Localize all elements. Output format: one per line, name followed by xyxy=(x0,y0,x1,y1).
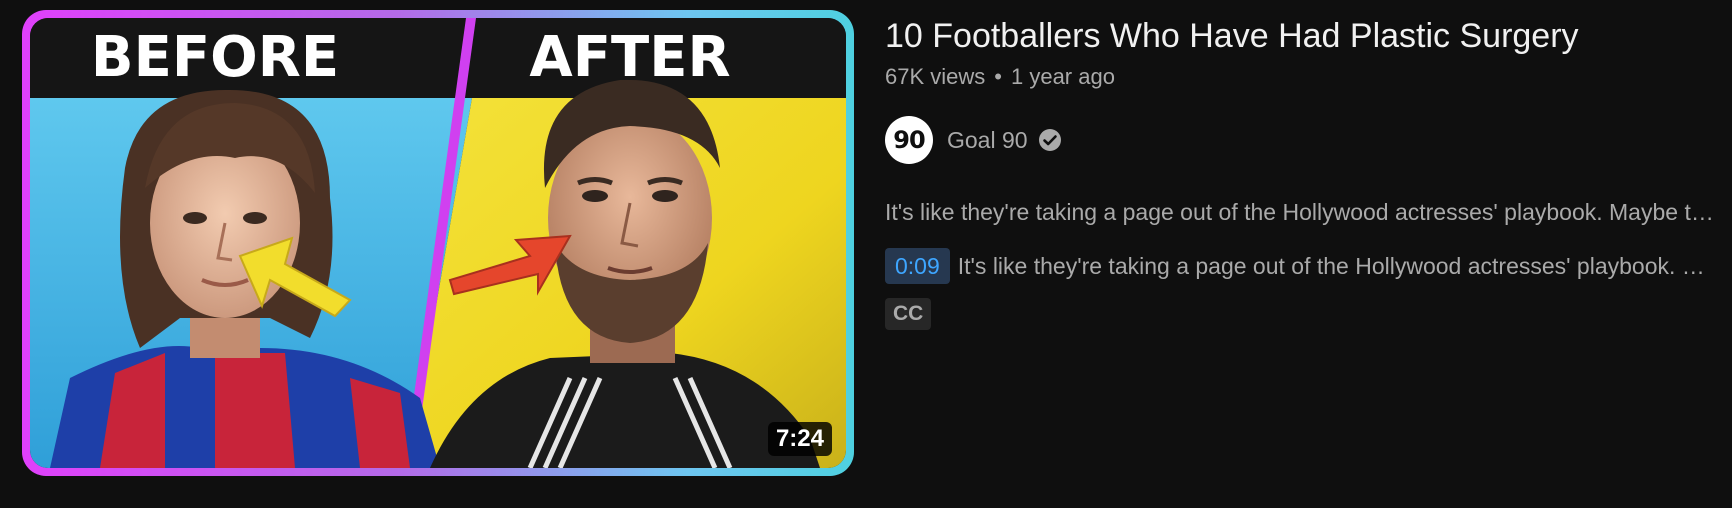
video-title[interactable]: 10 Footballers Who Have Had Plastic Surg… xyxy=(885,14,1715,58)
thumbnail-after-text: AFTER xyxy=(529,25,730,90)
duration-badge: 7:24 xyxy=(767,422,832,456)
chapter-timestamp[interactable]: 0:09 xyxy=(885,248,950,284)
channel-avatar-text: 90 xyxy=(893,126,925,154)
cc-badge: CC xyxy=(885,298,932,330)
video-result-row[interactable]: BEFORE AFTER 7:24 10 Footballers Who Hav… xyxy=(0,0,1732,508)
thumbnail-image[interactable]: BEFORE AFTER 7:24 xyxy=(30,18,846,468)
video-thumbnail[interactable]: BEFORE AFTER 7:24 xyxy=(22,10,854,476)
description-snippet: It's like they're taking a page out of t… xyxy=(885,199,1715,225)
thumbnail-before-text: BEFORE xyxy=(91,25,339,90)
check-circle-icon xyxy=(1038,129,1061,151)
upload-age: 1 year ago xyxy=(1010,64,1115,89)
view-count: 67K views xyxy=(885,64,986,89)
channel-name[interactable]: Goal 90 xyxy=(947,127,1028,154)
channel-info: 90 Goal 90 xyxy=(885,116,1715,164)
thumbnail-artwork: BEFORE AFTER xyxy=(30,18,846,468)
video-stats: 67K views • 1 year ago xyxy=(885,62,1715,92)
stats-separator: • xyxy=(994,64,1002,89)
video-metadata: 10 Footballers Who Have Had Plastic Surg… xyxy=(885,14,1715,330)
chapter-text: It's like they're taking a page out of t… xyxy=(957,253,1715,279)
chapter-row: 0:09 It's like they're taking a page out… xyxy=(885,248,1715,284)
channel-avatar[interactable]: 90 xyxy=(885,116,933,164)
